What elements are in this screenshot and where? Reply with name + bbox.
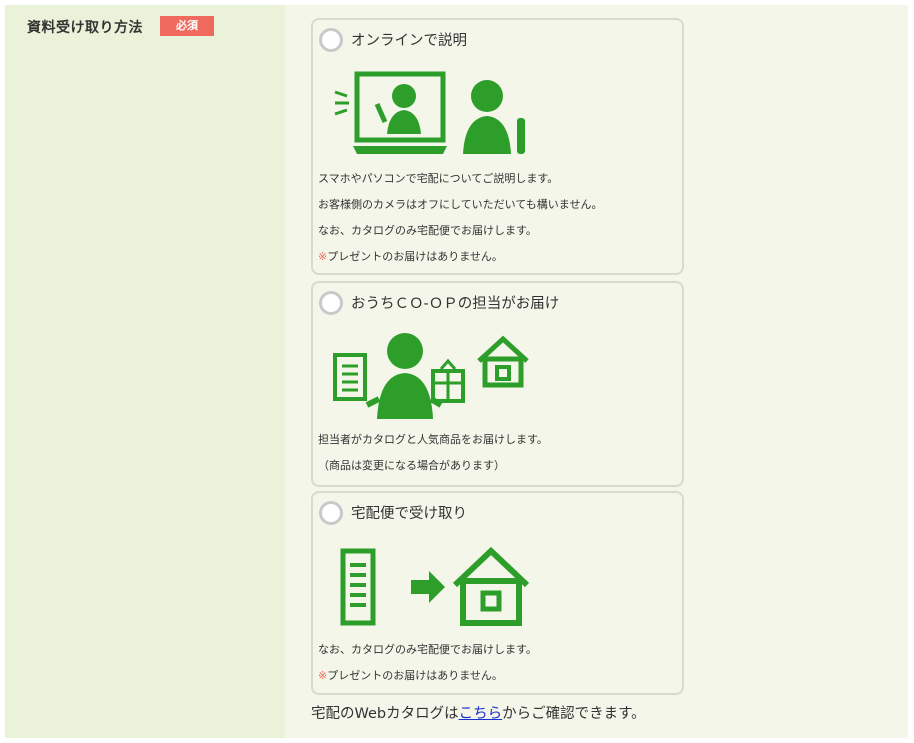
radio-staff-delivery[interactable] <box>319 291 343 315</box>
option-desc-line: なお、カタログのみ宅配便でお届けします。 <box>318 643 537 656</box>
note-mark: ※ <box>318 669 328 682</box>
footer-text-before: 宅配のWebカタログは <box>311 706 459 722</box>
option-title: おうちＣＯ-ＯＰの担当がお届け <box>351 296 560 312</box>
option-title: 宅配便で受け取り <box>351 506 467 522</box>
option-note: ※プレゼントのお届けはありません。 <box>318 244 503 270</box>
note-text: プレゼントのお届けはありません。 <box>327 250 503 263</box>
note-text: プレゼントのお届けはありません。 <box>327 669 503 682</box>
option-courier[interactable]: 宅配便で受け取り なお、カタログのみ宅配便でお届けします。 ※プレゼントのお届け… <box>311 491 684 695</box>
form-row-material-method: 資料受け取り方法 必須 オンラインで説明 スマホやパソコンで宅配についてご説明し… <box>5 5 908 738</box>
option-desc-line: 担当者がカタログと人気商品をお届けします。 <box>318 433 548 446</box>
laptop-video-call-icon <box>334 71 525 154</box>
option-desc-line: （商品は変更になる場合があります） <box>318 459 505 472</box>
option-staff-delivery[interactable]: おうちＣＯ-ＯＰの担当がお届け 担当者がカタログと人気商品をお届けします。 （商… <box>311 281 684 487</box>
option-desc-line: なお、カタログのみ宅配便でお届けします。 <box>318 224 537 237</box>
web-catalog-note: 宅配のWebカタログはこちらからご確認できます。 <box>311 702 646 723</box>
field-label: 資料受け取り方法 <box>27 20 143 36</box>
option-desc-line: スマホやパソコンで宅配についてご説明します。 <box>318 172 559 185</box>
option-note: ※プレゼントのお届けはありません。 <box>318 663 503 689</box>
footer-text-after: からご確認できます。 <box>502 706 646 722</box>
option-online[interactable]: オンラインで説明 スマホやパソコンで宅配についてご説明します。 お客様側のカメラ… <box>311 18 684 275</box>
radio-courier[interactable] <box>319 501 343 525</box>
arrow-right-icon <box>411 571 445 603</box>
note-mark: ※ <box>318 250 328 263</box>
option-desc-line: お客様側のカメラはオフにしていただいても構いません。 <box>318 198 603 211</box>
required-badge: 必須 <box>160 16 214 36</box>
web-catalog-link[interactable]: こちら <box>459 706 503 722</box>
radio-online[interactable] <box>319 28 343 52</box>
staff-with-gift-icon <box>333 333 529 419</box>
catalog-to-house-icon <box>340 546 530 626</box>
option-title: オンラインで説明 <box>351 33 467 49</box>
options-column: オンラインで説明 スマホやパソコンで宅配についてご説明します。 お客様側のカメラ… <box>285 5 908 738</box>
label-column: 資料受け取り方法 必須 <box>5 5 285 738</box>
